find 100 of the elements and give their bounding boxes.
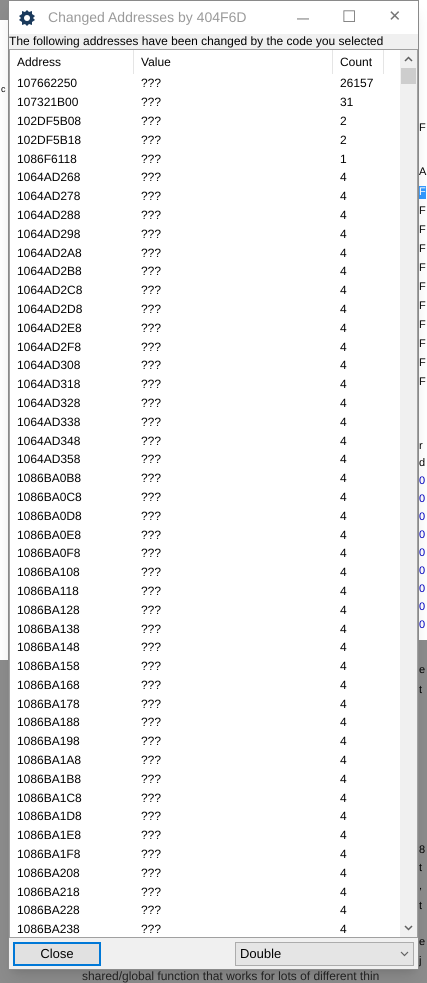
table-cell-text: 4	[339, 808, 348, 826]
table-cell-text: 1086BA1D8	[16, 808, 83, 826]
text-fragment: e	[419, 664, 426, 677]
table-cell-text: 4	[339, 639, 348, 656]
table-cell-text: ???	[140, 902, 162, 920]
table-cell-text: 2	[339, 132, 348, 149]
table-cell-text: 4	[339, 902, 348, 920]
table-cell-text: 1064AD278	[16, 188, 82, 206]
table-cell-text: 1086BA198	[16, 733, 81, 750]
table-cell-text: 4	[339, 602, 348, 619]
text-fragment: 0	[419, 493, 426, 506]
text-fragment: t	[419, 900, 422, 913]
table-cell-text: 4	[339, 526, 348, 544]
scroll-down-icon[interactable]	[404, 925, 413, 932]
table-cell-text: ???	[140, 658, 162, 676]
table-cell-text: 1064AD2D8	[16, 300, 84, 318]
table-cell-text: 4	[339, 846, 348, 864]
table-cell-text: ???	[140, 921, 162, 938]
table-cell-text: 4	[339, 752, 348, 770]
table-cell-text: 4	[339, 620, 348, 638]
text-fragment: j	[419, 955, 422, 968]
table-cell-text: 1064AD268	[16, 169, 82, 186]
text-fragment: 0	[419, 619, 426, 632]
table-cell-text: 4	[339, 714, 348, 732]
table-cell-text: 4	[339, 582, 348, 600]
table-cell-text: 4	[339, 696, 348, 713]
table-cell-text: 4	[339, 827, 348, 844]
text-fragment: F	[419, 281, 426, 294]
scroll-thumb[interactable]	[401, 68, 416, 84]
table-cell-text: ???	[140, 846, 162, 864]
column-header[interactable]: Address	[10, 50, 134, 74]
table-cell-text: ???	[140, 714, 162, 732]
table-cell-text: 1086BA1B8	[16, 770, 82, 788]
table-cell-text: 4	[339, 508, 348, 525]
table-cell-text: 1064AD2F8	[16, 338, 82, 356]
table-cell-text: 4	[339, 864, 348, 882]
close-button[interactable]: ✕	[372, 1, 418, 34]
text-fragment: F	[419, 338, 426, 351]
table-cell-text: 107321B00	[16, 94, 80, 112]
table-cell-text: 1086BA0B8	[16, 470, 82, 488]
table-cell-text: ???	[140, 770, 162, 788]
table-cell-text: ???	[140, 884, 162, 901]
table-cell-text: ???	[140, 169, 162, 186]
table-cell-text: 1086BA238	[16, 921, 81, 938]
table-cell-text: 4	[339, 357, 348, 374]
text-fragment: 0	[419, 475, 426, 488]
table-cell-text: 4	[339, 564, 348, 582]
message-text: The following addresses have been changed by the code you selected	[9, 34, 384, 48]
table-cell-text: 1064AD2B8	[16, 263, 83, 280]
table-cell-text: 4	[339, 790, 348, 807]
table-cell-text: 4	[339, 338, 348, 356]
table-cell-text: 1086BA0D8	[16, 508, 83, 525]
table-cell-text: 1064AD288	[16, 206, 82, 224]
text-fragment: 8	[419, 844, 426, 857]
table-cell-text: 4	[339, 451, 348, 468]
text-fragment: F	[419, 262, 426, 275]
text-fragment: 0	[419, 565, 426, 578]
table-cell-text: 4	[339, 206, 348, 224]
maximize-button[interactable]: ☐	[326, 1, 372, 34]
table-cell-text: 102DF5B18	[16, 132, 82, 149]
text-fragment: F	[419, 376, 426, 389]
table-cell-text: ???	[140, 75, 162, 92]
table-cell-text: 4	[339, 226, 348, 243]
table-cell-text: ???	[140, 508, 162, 525]
text-fragment: d	[419, 457, 426, 470]
table-cell-text: ???	[140, 414, 162, 431]
text-fragment: c	[1, 84, 6, 94]
table-cell-text: ???	[140, 300, 162, 318]
column-header[interactable]: Count	[333, 50, 384, 74]
close-button[interactable]: Close	[13, 942, 101, 966]
table-cell-text: 4	[339, 488, 348, 506]
table-cell-text: 1086BA1C8	[16, 790, 83, 807]
table-cell-text: ???	[140, 488, 162, 506]
minimize-button[interactable]: —	[280, 1, 326, 34]
column-header[interactable]: Value	[134, 50, 333, 74]
table-cell-text: ???	[140, 357, 162, 374]
table-cell-text: 4	[339, 658, 348, 676]
table-cell-text: 1086BA148	[16, 639, 81, 656]
scroll-up-icon[interactable]	[404, 56, 413, 62]
table-cell-text: ???	[140, 188, 162, 206]
text-fragment: 0	[419, 511, 426, 524]
scrollbar[interactable]	[400, 50, 417, 938]
table-cell-text: 4	[339, 394, 348, 412]
type-dropdown[interactable]: Double	[235, 942, 414, 966]
table-cell-text: 102DF5B08	[16, 112, 82, 130]
table-cell-text: ???	[140, 226, 162, 243]
table-cell-text: ???	[140, 639, 162, 656]
text-fragment: F	[419, 357, 426, 370]
text-fragment: A	[419, 166, 426, 179]
table-cell-text: 1064AD2A8	[16, 244, 83, 262]
table-cell-text: 4	[339, 169, 348, 186]
text-fragment: 0	[419, 529, 426, 542]
table-cell-text: ???	[140, 696, 162, 713]
text-fragment: F	[419, 243, 426, 256]
table-cell-text: 4	[339, 282, 348, 300]
table-cell-text: 1086BA118	[16, 582, 80, 600]
table-cell-text: 1064AD338	[16, 414, 82, 431]
table-cell-text: 4	[339, 770, 348, 788]
table-cell-text: 1064AD298	[16, 226, 82, 243]
text-fragment: t	[419, 862, 422, 875]
